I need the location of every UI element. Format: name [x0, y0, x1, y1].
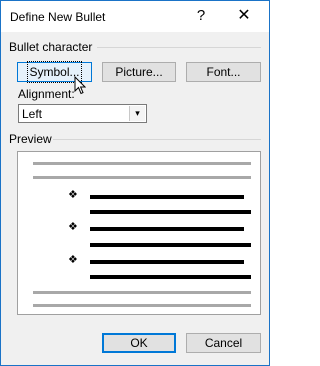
define-new-bullet-dialog: Define New Bullet ? ✕ Bullet character S… — [0, 0, 270, 366]
preview-group-label: Preview — [9, 132, 52, 146]
bullet-character-group-label: Bullet character — [9, 40, 93, 54]
preview-bullet-line — [90, 195, 244, 199]
alignment-label: Alignment: — [18, 87, 75, 101]
close-button[interactable]: ✕ — [234, 6, 254, 26]
font-button-label: Font... — [206, 65, 241, 79]
help-button[interactable]: ? — [191, 6, 211, 26]
ok-button-label: OK — [130, 336, 148, 350]
picture-button-label: Picture... — [115, 65, 163, 79]
preview-gray-line — [33, 176, 251, 179]
bullet-diamond-icon: ❖ — [68, 254, 78, 266]
preview-pane: ❖ ❖ ❖ — [17, 151, 261, 315]
preview-bullet-line — [90, 227, 244, 231]
ok-button[interactable]: OK — [102, 333, 176, 353]
group-divider — [97, 47, 261, 48]
preview-text-line — [90, 243, 251, 247]
preview-bullet-line — [90, 260, 244, 264]
title-bar: Define New Bullet ? ✕ — [1, 1, 269, 32]
font-button[interactable]: Font... — [186, 62, 261, 82]
alignment-select[interactable]: Left ▾ — [18, 104, 147, 123]
mouse-cursor-icon — [74, 76, 86, 95]
preview-gray-line — [33, 291, 251, 294]
window-title: Define New Bullet — [10, 10, 106, 24]
bullet-diamond-icon: ❖ — [68, 189, 78, 201]
picture-button[interactable]: Picture... — [102, 62, 176, 82]
preview-text-line — [90, 210, 251, 214]
alignment-value: Left — [22, 107, 43, 121]
preview-text-line — [90, 275, 251, 279]
cancel-button[interactable]: Cancel — [186, 333, 261, 353]
bullet-diamond-icon: ❖ — [68, 221, 78, 233]
preview-gray-line — [33, 162, 251, 165]
chevron-down-icon[interactable]: ▾ — [129, 106, 145, 121]
symbol-button-label: Symbol... — [27, 61, 82, 83]
group-divider — [53, 139, 261, 140]
preview-gray-line — [33, 304, 251, 307]
cancel-button-label: Cancel — [204, 336, 243, 350]
